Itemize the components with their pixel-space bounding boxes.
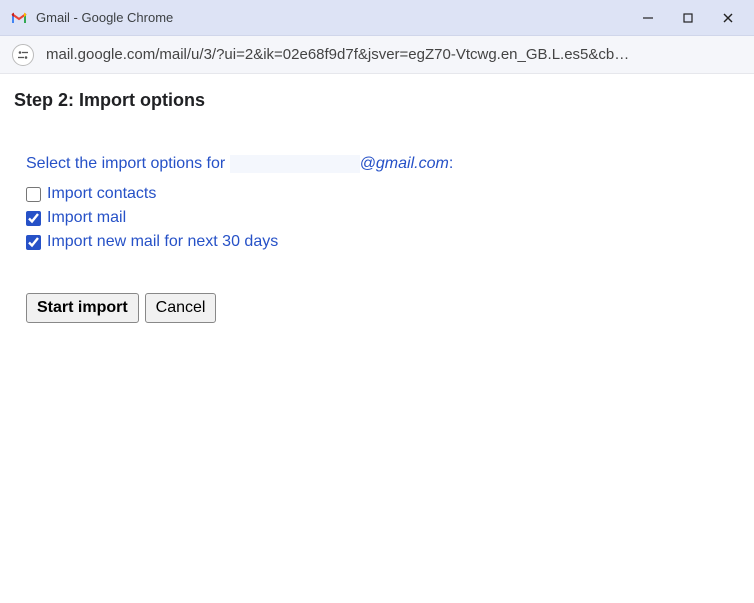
prompt-prefix: Select the import options for (26, 155, 230, 172)
option-label: Import contacts (47, 183, 156, 205)
start-import-button[interactable]: Start import (26, 293, 139, 323)
action-buttons: Start import Cancel (26, 293, 740, 323)
window-title: Gmail - Google Chrome (36, 10, 640, 25)
option-label: Import mail (47, 207, 126, 229)
email-redacted (230, 155, 360, 173)
page-content: Step 2: Import options Select the import… (0, 74, 754, 339)
prompt-colon: : (449, 155, 453, 172)
email-domain: @gmail.com (360, 155, 449, 172)
window-controls (640, 10, 736, 26)
option-import-contacts[interactable]: Import contacts (26, 183, 740, 205)
option-import-new-mail[interactable]: Import new mail for next 30 days (26, 231, 740, 253)
checkbox-import-contacts[interactable] (26, 187, 41, 202)
checkbox-import-new-mail[interactable] (26, 235, 41, 250)
gmail-icon (10, 9, 28, 27)
url-text[interactable]: mail.google.com/mail/u/3/?ui=2&ik=02e68f… (46, 46, 742, 63)
import-options: Import contacts Import mail Import new m… (26, 183, 740, 253)
minimize-button[interactable] (640, 10, 656, 26)
cancel-button[interactable]: Cancel (145, 293, 217, 323)
import-prompt: Select the import options for @gmail.com… (26, 155, 740, 173)
maximize-button[interactable] (680, 10, 696, 26)
option-import-mail[interactable]: Import mail (26, 207, 740, 229)
close-button[interactable] (720, 10, 736, 26)
address-bar: mail.google.com/mail/u/3/?ui=2&ik=02e68f… (0, 36, 754, 74)
page-title: Step 2: Import options (14, 90, 740, 111)
window-titlebar: Gmail - Google Chrome (0, 0, 754, 36)
checkbox-import-mail[interactable] (26, 211, 41, 226)
option-label: Import new mail for next 30 days (47, 231, 278, 253)
site-settings-icon[interactable] (12, 44, 34, 66)
